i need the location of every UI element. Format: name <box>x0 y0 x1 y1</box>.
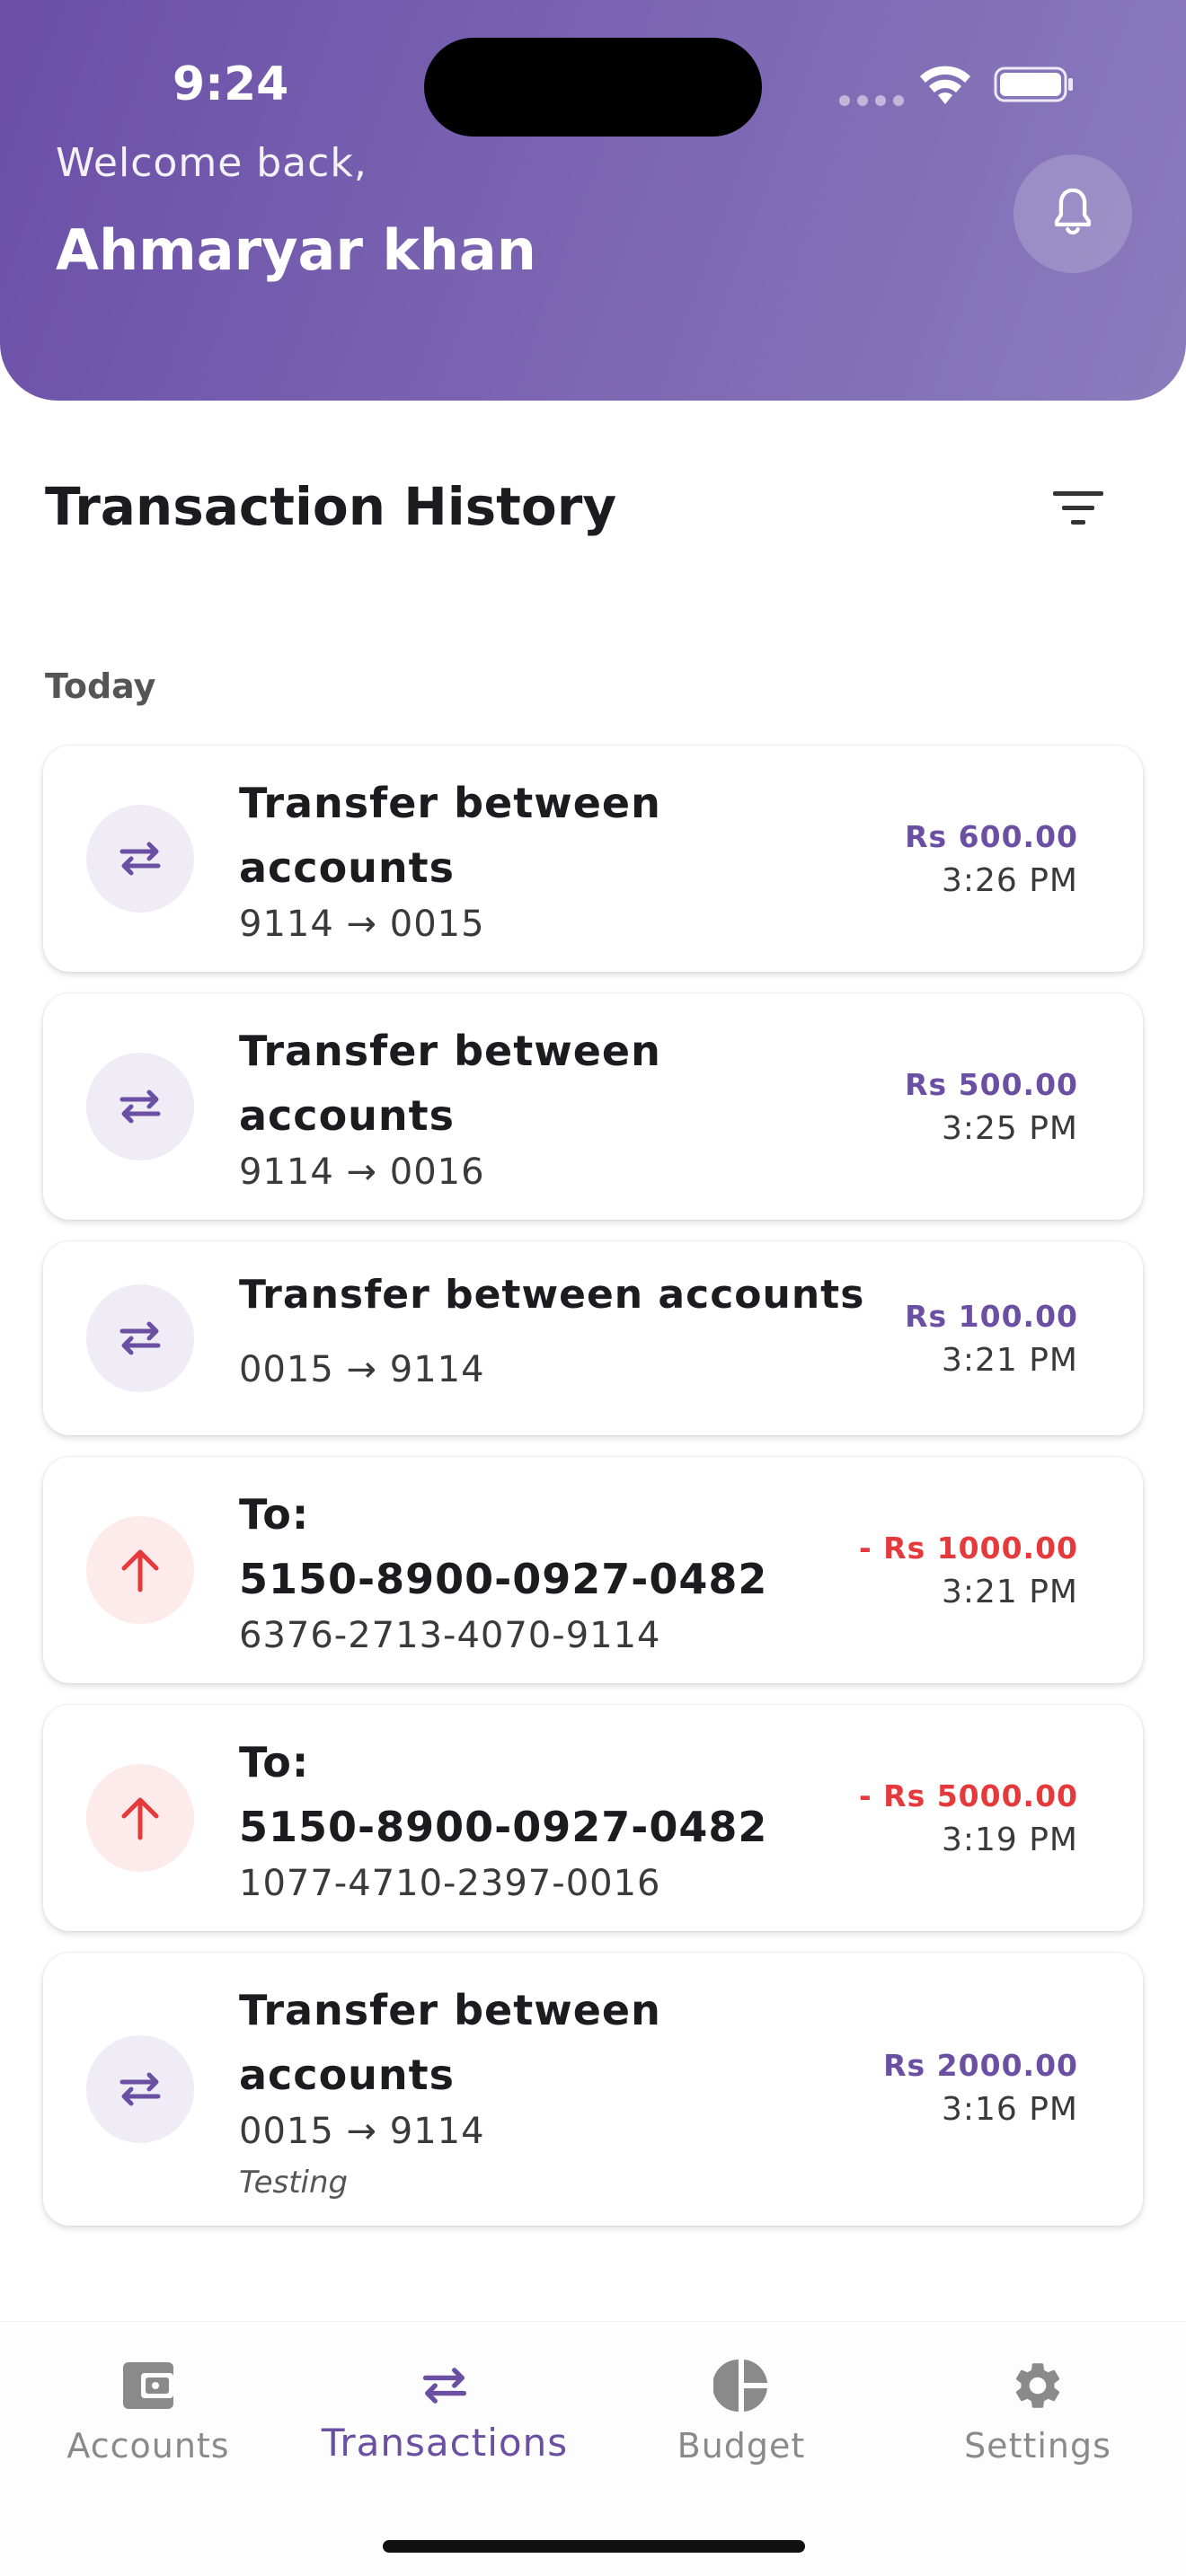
arrow-up-icon <box>121 1549 159 1592</box>
filter-button[interactable] <box>1044 481 1112 535</box>
transfer-icon-circle <box>86 805 194 913</box>
transaction-detail: 6376-2713-4070-9114 <box>239 1615 661 1656</box>
transaction-time: 3:21 PM <box>941 1342 1078 1379</box>
transaction-title-line2: accounts <box>239 843 456 892</box>
user-name: Ahmaryar khan <box>56 217 536 283</box>
swap-icon <box>422 2368 467 2404</box>
transaction-recipient: 5150-8900-0927-0482 <box>239 1803 768 1851</box>
gear-icon <box>1015 2363 1060 2408</box>
nav-budget[interactable]: Budget <box>593 2322 890 2501</box>
transaction-amount: Rs 100.00 <box>905 1299 1078 1334</box>
page-title: Transaction History <box>45 476 617 537</box>
bell-icon <box>1054 188 1092 235</box>
nav-accounts[interactable]: Accounts <box>0 2322 296 2501</box>
transaction-detail: 0015 → 9114 <box>239 1349 485 1390</box>
transfer-icon-circle <box>86 1284 194 1392</box>
transaction-title-line2: accounts <box>239 2051 456 2099</box>
nav-settings[interactable]: Settings <box>890 2322 1186 2501</box>
transaction-card[interactable]: Transfer between accounts 0015 → 9114 Rs… <box>43 1241 1143 1435</box>
transaction-card[interactable]: To: 5150-8900-0927-0482 6376-2713-4070-9… <box>43 1457 1143 1683</box>
group-label-today: Today <box>45 666 156 706</box>
nav-transactions[interactable]: Transactions <box>296 2322 593 2501</box>
transaction-title: To: <box>239 1490 310 1539</box>
status-icons <box>839 63 1082 106</box>
arrow-up-icon <box>121 1797 159 1840</box>
transaction-card[interactable]: Transfer between accounts 9114 → 0016 Rs… <box>43 993 1143 1220</box>
welcome-text: Welcome back, <box>56 140 367 186</box>
status-time: 9:24 <box>173 57 289 111</box>
battery-icon <box>994 66 1073 102</box>
outgoing-icon-circle <box>86 1764 194 1872</box>
transaction-time: 3:19 PM <box>941 1822 1078 1858</box>
filter-icon <box>1053 491 1103 525</box>
transaction-amount: - Rs 1000.00 <box>858 1531 1078 1566</box>
wifi-icon <box>920 66 970 104</box>
transaction-amount: Rs 2000.00 <box>883 2048 1078 2083</box>
transaction-title: Transfer between <box>239 779 661 827</box>
home-indicator <box>383 2540 805 2553</box>
transaction-card[interactable]: Transfer between accounts 0015 → 9114 Te… <box>43 1953 1143 2226</box>
transaction-title-line2: accounts <box>239 1091 456 1140</box>
notifications-button[interactable] <box>1013 154 1132 273</box>
pie-chart-icon <box>713 2360 767 2412</box>
transaction-detail: 9114 → 0015 <box>239 904 485 945</box>
transaction-title: Transfer between <box>239 1027 661 1075</box>
transaction-time: 3:21 PM <box>941 1574 1078 1610</box>
nav-transactions-label: Transactions <box>321 2421 569 2465</box>
transaction-detail: 1077-4710-2397-0016 <box>239 1863 661 1904</box>
transaction-recipient: 5150-8900-0927-0482 <box>239 1555 768 1603</box>
outgoing-icon-circle <box>86 1516 194 1624</box>
nav-accounts-label: Accounts <box>66 2426 230 2466</box>
transfer-icon-circle <box>86 2035 194 2143</box>
transaction-amount: - Rs 5000.00 <box>858 1778 1078 1813</box>
swap-icon <box>119 1321 161 1355</box>
transaction-card[interactable]: To: 5150-8900-0927-0482 1077-4710-2397-0… <box>43 1705 1143 1931</box>
swap-icon <box>119 2072 161 2106</box>
transaction-amount: Rs 600.00 <box>905 819 1078 854</box>
transaction-time: 3:26 PM <box>941 862 1078 899</box>
swap-icon <box>119 1090 161 1124</box>
transaction-title: Transfer between accounts <box>239 1272 865 1318</box>
bottom-nav: Accounts Transactions Budget Settings <box>0 2321 1186 2576</box>
transaction-card[interactable]: Transfer between accounts 9114 → 0015 Rs… <box>43 745 1143 972</box>
transaction-detail: 0015 → 9114 <box>239 2111 485 2152</box>
nav-settings-label: Settings <box>964 2426 1111 2466</box>
swap-icon <box>119 842 161 876</box>
transaction-title: Transfer between <box>239 1986 661 2034</box>
transaction-amount: Rs 500.00 <box>905 1067 1078 1102</box>
transaction-title: To: <box>239 1738 310 1786</box>
wallet-icon <box>123 2362 173 2409</box>
signal-icon <box>839 95 904 106</box>
transaction-time: 3:16 PM <box>941 2091 1078 2128</box>
transfer-icon-circle <box>86 1053 194 1160</box>
transaction-note: Testing <box>239 2165 349 2201</box>
dynamic-island <box>424 38 762 137</box>
nav-budget-label: Budget <box>677 2426 806 2466</box>
transaction-time: 3:25 PM <box>941 1110 1078 1147</box>
header: 9:24 Welcome back, Ahmaryar khan <box>0 0 1186 401</box>
transaction-detail: 9114 → 0016 <box>239 1151 485 1193</box>
